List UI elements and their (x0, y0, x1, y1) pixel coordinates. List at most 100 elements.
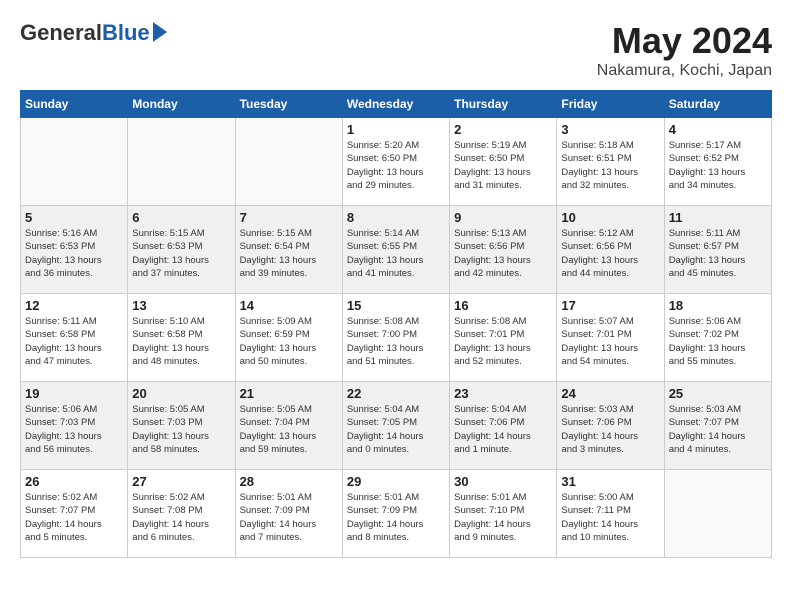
day-info: Sunrise: 5:03 AM Sunset: 7:07 PM Dayligh… (669, 403, 767, 456)
calendar-day (664, 470, 771, 558)
calendar-day: 25 Sunrise: 5:03 AM Sunset: 7:07 PM Dayli… (664, 382, 771, 470)
day-info: Sunrise: 5:20 AM Sunset: 6:50 PM Dayligh… (347, 139, 445, 192)
day-info: Sunrise: 5:18 AM Sunset: 6:51 PM Dayligh… (561, 139, 659, 192)
calendar-day: 29Sunrise: 5:01 AM Sunset: 7:09 PM Dayli… (342, 470, 449, 558)
calendar-day: 15 Sunrise: 5:08 AM Sunset: 7:00 PM Dayli… (342, 294, 449, 382)
day-info: Sunrise: 5:02 AM Sunset: 7:08 PM Dayligh… (132, 491, 230, 544)
calendar-week-row: 12Sunrise: 5:11 AM Sunset: 6:58 PM Dayli… (21, 294, 772, 382)
day-number: 5 (25, 210, 123, 225)
day-number: 27 (132, 474, 230, 489)
day-info: Sunrise: 5:08 AM Sunset: 7:01 PM Dayligh… (454, 315, 552, 368)
calendar-day: 26 Sunrise: 5:02 AM Sunset: 7:07 PM Dayli… (21, 470, 128, 558)
day-info: Sunrise: 5:05 AM Sunset: 7:04 PM Dayligh… (240, 403, 338, 456)
calendar-day: 22Sunrise: 5:04 AM Sunset: 7:05 PM Dayli… (342, 382, 449, 470)
day-info: Sunrise: 5:01 AM Sunset: 7:09 PM Dayligh… (240, 491, 338, 544)
page-header: General Blue May 2024 Nakamura, Kochi, J… (20, 20, 772, 80)
logo-arrow-icon (153, 22, 167, 42)
calendar-day: 3 Sunrise: 5:18 AM Sunset: 6:51 PM Daylig… (557, 118, 664, 206)
calendar-day: 7 Sunrise: 5:15 AM Sunset: 6:54 PM Daylig… (235, 206, 342, 294)
calendar-day: 27 Sunrise: 5:02 AM Sunset: 7:08 PM Dayli… (128, 470, 235, 558)
day-number: 12 (25, 298, 123, 313)
day-info: Sunrise: 5:03 AM Sunset: 7:06 PM Dayligh… (561, 403, 659, 456)
calendar-week-row: 19 Sunrise: 5:06 AM Sunset: 7:03 PM Dayli… (21, 382, 772, 470)
calendar-day: 16 Sunrise: 5:08 AM Sunset: 7:01 PM Dayli… (450, 294, 557, 382)
day-number: 4 (669, 122, 767, 137)
day-info: Sunrise: 5:10 AM Sunset: 6:58 PM Dayligh… (132, 315, 230, 368)
day-number: 21 (240, 386, 338, 401)
calendar-table: SundayMondayTuesdayWednesdayThursdayFrid… (20, 90, 772, 558)
day-number: 7 (240, 210, 338, 225)
day-number: 9 (454, 210, 552, 225)
calendar-day: 5Sunrise: 5:16 AM Sunset: 6:53 PM Daylig… (21, 206, 128, 294)
weekday-header-saturday: Saturday (664, 91, 771, 118)
calendar-day: 21 Sunrise: 5:05 AM Sunset: 7:04 PM Dayli… (235, 382, 342, 470)
calendar-week-row: 26 Sunrise: 5:02 AM Sunset: 7:07 PM Dayli… (21, 470, 772, 558)
calendar-day: 18 Sunrise: 5:06 AM Sunset: 7:02 PM Dayli… (664, 294, 771, 382)
logo-general-text: General (20, 20, 102, 46)
calendar-day: 11 Sunrise: 5:11 AM Sunset: 6:57 PM Dayli… (664, 206, 771, 294)
day-info: Sunrise: 5:15 AM Sunset: 6:53 PM Dayligh… (132, 227, 230, 280)
day-number: 30 (454, 474, 552, 489)
weekday-header-sunday: Sunday (21, 91, 128, 118)
day-number: 6 (132, 210, 230, 225)
day-info: Sunrise: 5:06 AM Sunset: 7:02 PM Dayligh… (669, 315, 767, 368)
day-number: 23 (454, 386, 552, 401)
day-info: Sunrise: 5:13 AM Sunset: 6:56 PM Dayligh… (454, 227, 552, 280)
day-info: Sunrise: 5:15 AM Sunset: 6:54 PM Dayligh… (240, 227, 338, 280)
calendar-day: 23 Sunrise: 5:04 AM Sunset: 7:06 PM Dayli… (450, 382, 557, 470)
day-number: 20 (132, 386, 230, 401)
weekday-header-monday: Monday (128, 91, 235, 118)
calendar-day (128, 118, 235, 206)
logo: General Blue (20, 20, 167, 46)
day-info: Sunrise: 5:01 AM Sunset: 7:09 PM Dayligh… (347, 491, 445, 544)
day-number: 18 (669, 298, 767, 313)
day-number: 22 (347, 386, 445, 401)
day-info: Sunrise: 5:08 AM Sunset: 7:00 PM Dayligh… (347, 315, 445, 368)
logo-blue-text: Blue (102, 20, 150, 46)
day-number: 31 (561, 474, 659, 489)
calendar-day: 20Sunrise: 5:05 AM Sunset: 7:03 PM Dayli… (128, 382, 235, 470)
day-number: 2 (454, 122, 552, 137)
day-info: Sunrise: 5:12 AM Sunset: 6:56 PM Dayligh… (561, 227, 659, 280)
calendar-day: 17Sunrise: 5:07 AM Sunset: 7:01 PM Dayli… (557, 294, 664, 382)
calendar-day: 31Sunrise: 5:00 AM Sunset: 7:11 PM Dayli… (557, 470, 664, 558)
calendar-day: 24 Sunrise: 5:03 AM Sunset: 7:06 PM Dayli… (557, 382, 664, 470)
calendar-day: 12Sunrise: 5:11 AM Sunset: 6:58 PM Dayli… (21, 294, 128, 382)
day-info: Sunrise: 5:01 AM Sunset: 7:10 PM Dayligh… (454, 491, 552, 544)
day-number: 1 (347, 122, 445, 137)
weekday-header-row: SundayMondayTuesdayWednesdayThursdayFrid… (21, 91, 772, 118)
calendar-week-row: 5Sunrise: 5:16 AM Sunset: 6:53 PM Daylig… (21, 206, 772, 294)
calendar-day: 30 Sunrise: 5:01 AM Sunset: 7:10 PM Dayli… (450, 470, 557, 558)
day-number: 13 (132, 298, 230, 313)
day-number: 19 (25, 386, 123, 401)
day-number: 25 (669, 386, 767, 401)
day-number: 3 (561, 122, 659, 137)
day-info: Sunrise: 5:02 AM Sunset: 7:07 PM Dayligh… (25, 491, 123, 544)
day-number: 28 (240, 474, 338, 489)
calendar-day: 4 Sunrise: 5:17 AM Sunset: 6:52 PM Daylig… (664, 118, 771, 206)
day-info: Sunrise: 5:04 AM Sunset: 7:06 PM Dayligh… (454, 403, 552, 456)
day-number: 16 (454, 298, 552, 313)
calendar-week-row: 1 Sunrise: 5:20 AM Sunset: 6:50 PM Daylig… (21, 118, 772, 206)
weekday-header-tuesday: Tuesday (235, 91, 342, 118)
day-info: Sunrise: 5:06 AM Sunset: 7:03 PM Dayligh… (25, 403, 123, 456)
location: Nakamura, Kochi, Japan (597, 62, 772, 80)
calendar-day: 19 Sunrise: 5:06 AM Sunset: 7:03 PM Dayli… (21, 382, 128, 470)
day-number: 8 (347, 210, 445, 225)
day-number: 15 (347, 298, 445, 313)
day-info: Sunrise: 5:19 AM Sunset: 6:50 PM Dayligh… (454, 139, 552, 192)
day-info: Sunrise: 5:09 AM Sunset: 6:59 PM Dayligh… (240, 315, 338, 368)
day-number: 26 (25, 474, 123, 489)
calendar-day: 2 Sunrise: 5:19 AM Sunset: 6:50 PM Daylig… (450, 118, 557, 206)
day-number: 11 (669, 210, 767, 225)
weekday-header-wednesday: Wednesday (342, 91, 449, 118)
title-section: May 2024 Nakamura, Kochi, Japan (597, 20, 772, 80)
day-number: 14 (240, 298, 338, 313)
day-number: 10 (561, 210, 659, 225)
calendar-day: 9 Sunrise: 5:13 AM Sunset: 6:56 PM Daylig… (450, 206, 557, 294)
day-number: 24 (561, 386, 659, 401)
calendar-day: 14 Sunrise: 5:09 AM Sunset: 6:59 PM Dayli… (235, 294, 342, 382)
day-info: Sunrise: 5:17 AM Sunset: 6:52 PM Dayligh… (669, 139, 767, 192)
weekday-header-thursday: Thursday (450, 91, 557, 118)
day-info: Sunrise: 5:11 AM Sunset: 6:57 PM Dayligh… (669, 227, 767, 280)
